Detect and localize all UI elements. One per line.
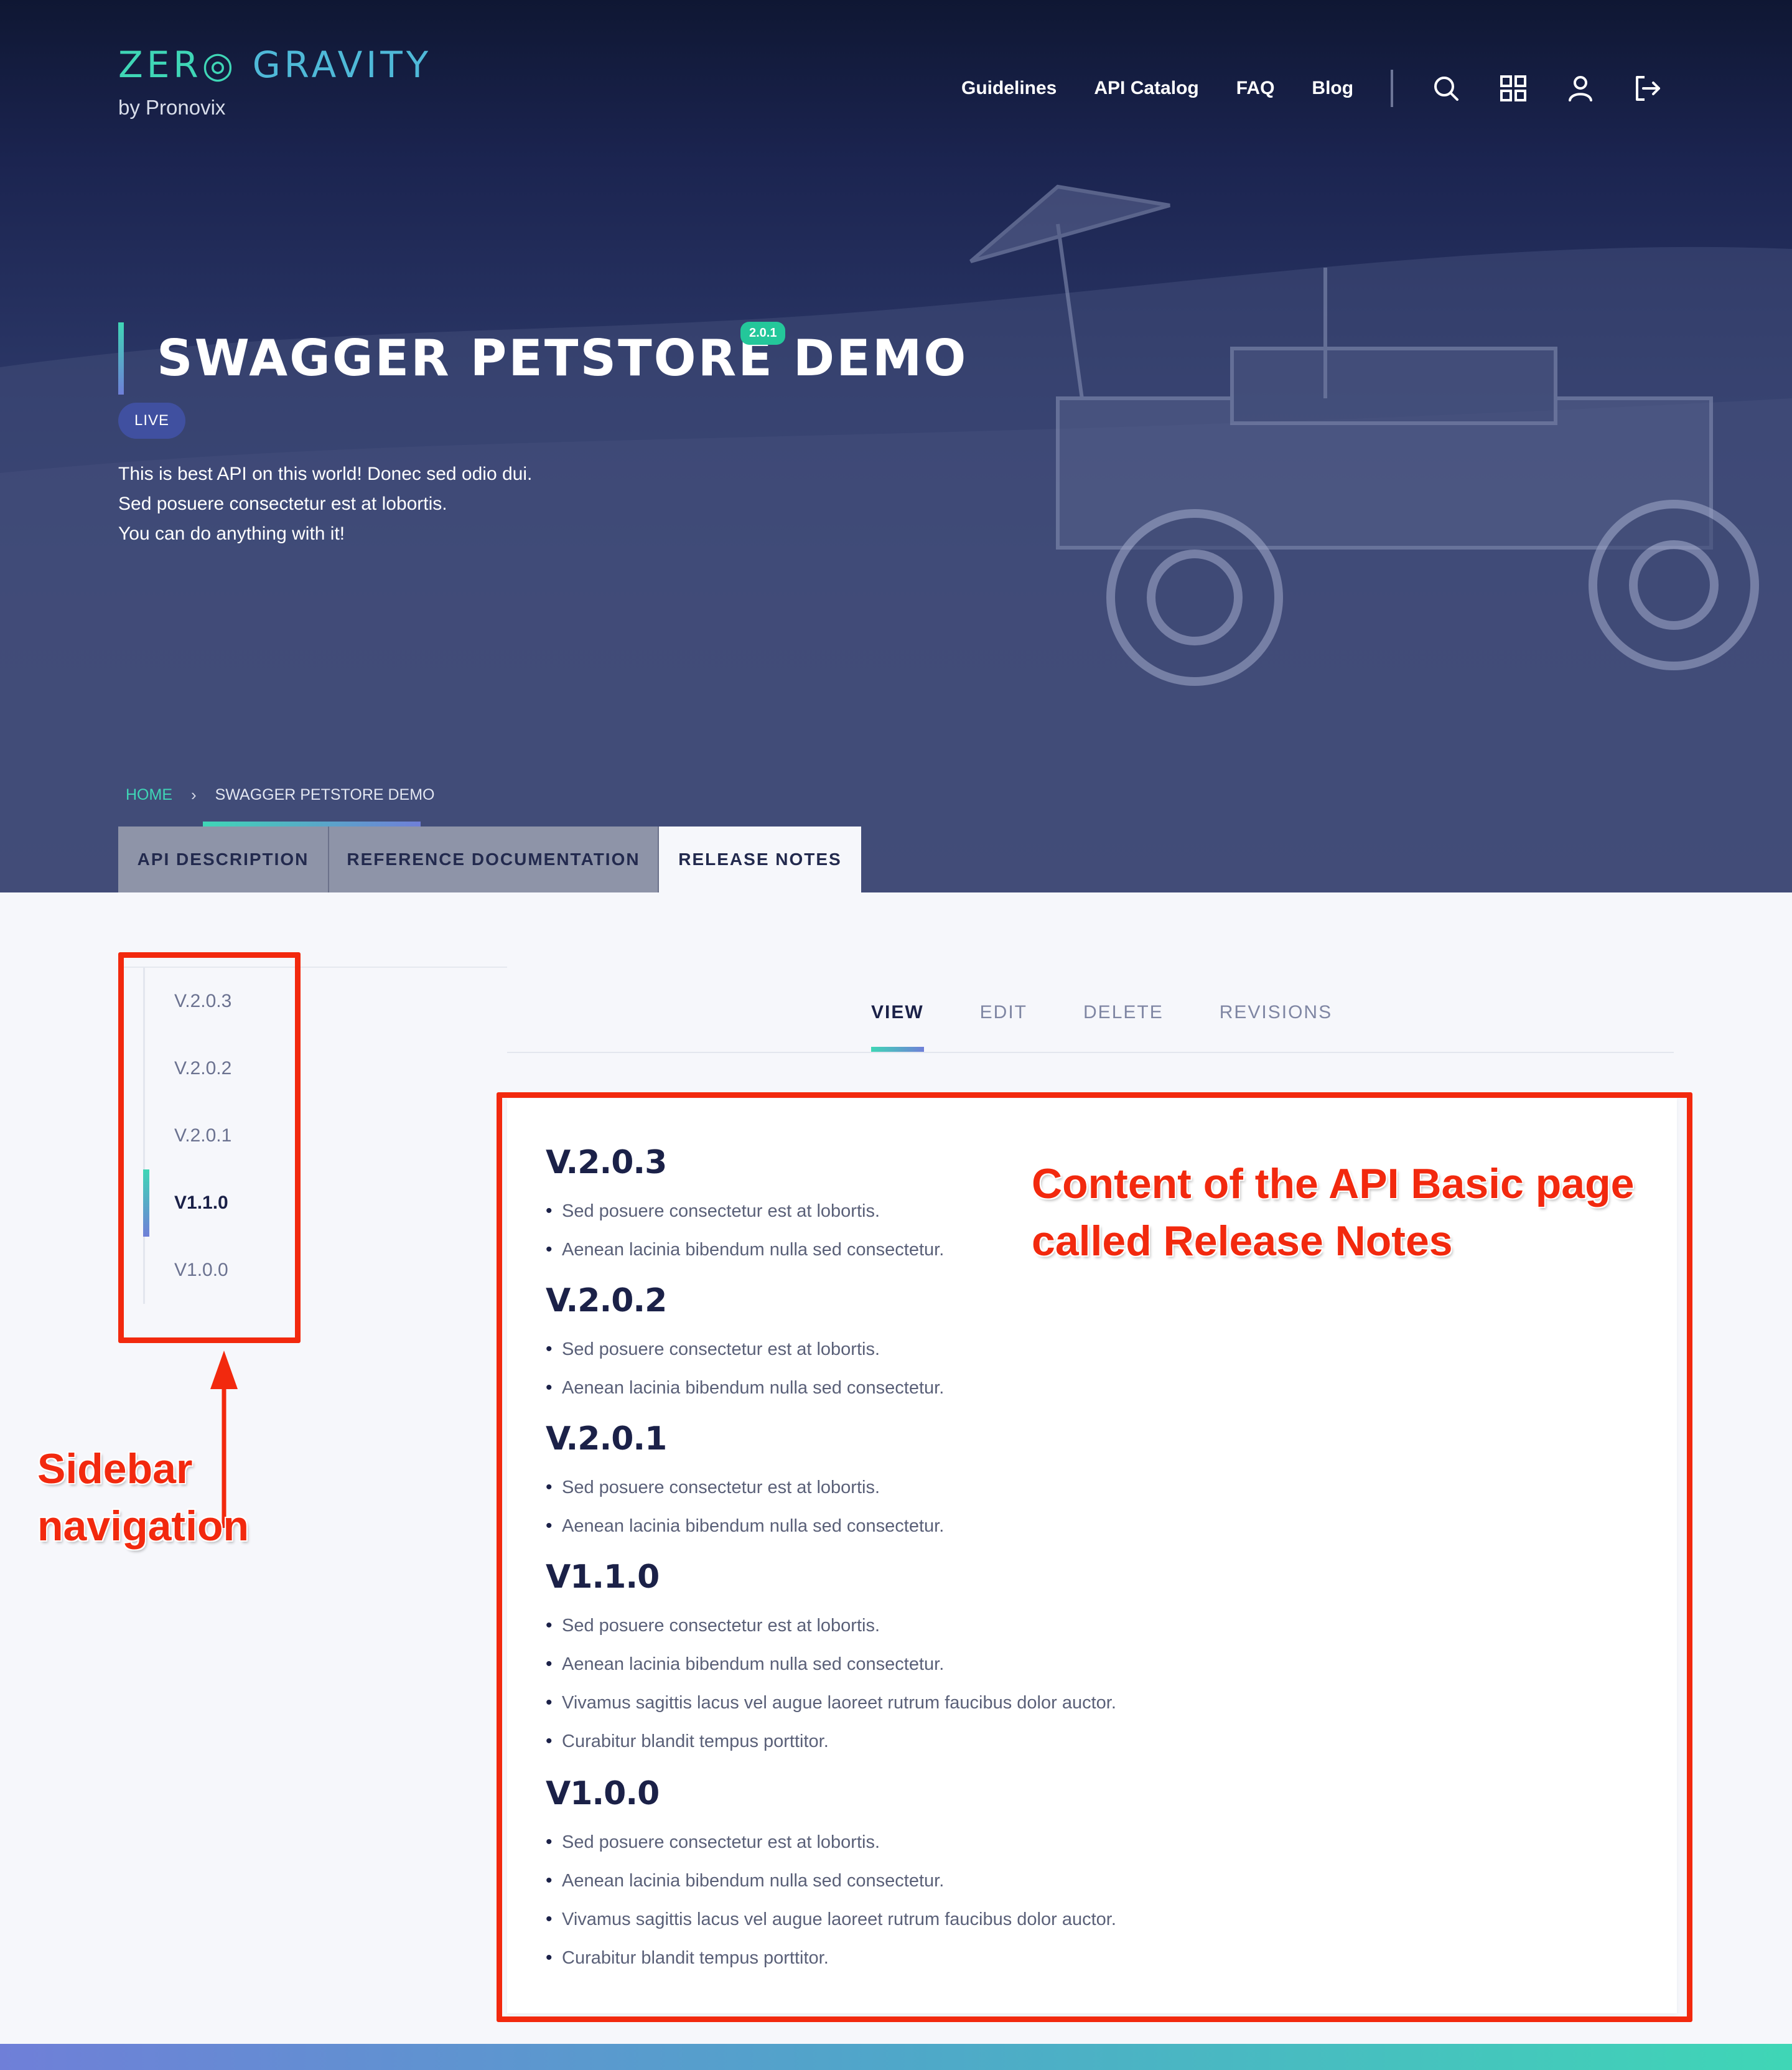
brand[interactable]: ZER◎ GRAVITY by Pronovix xyxy=(118,44,432,119)
tab-view[interactable]: VIEW xyxy=(871,1002,924,1052)
content-tabs-divider xyxy=(507,1052,1674,1053)
top-navigation: Guidelines API Catalog FAQ Blog xyxy=(961,70,1663,107)
breadcrumb: HOME › SWAGGER PETSTORE DEMO xyxy=(126,785,435,805)
moon-rover-background xyxy=(0,184,1792,892)
version-badge: 2.0.1 xyxy=(740,322,786,345)
logo-word-zero: ZER◎ xyxy=(118,44,238,86)
nav-blog[interactable]: Blog xyxy=(1312,78,1353,99)
sidebar-annotation-box xyxy=(118,952,301,1343)
sidebar-annotation-line: Sidebar xyxy=(37,1445,193,1492)
description-line: Sed posuere consectetur est at lobortis. xyxy=(118,494,447,514)
search-icon[interactable] xyxy=(1430,73,1462,104)
hero-banner: ZER◎ GRAVITY by Pronovix Guidelines API … xyxy=(0,0,1792,892)
title-accent-bar xyxy=(118,322,124,395)
user-icon[interactable] xyxy=(1565,73,1596,104)
api-description: This is best API on this world! Donec se… xyxy=(118,459,532,549)
brand-logo: ZER◎ GRAVITY xyxy=(118,44,432,86)
content-annotation-label: Content of the API Basic page called Rel… xyxy=(1032,1155,1634,1270)
description-line: This is best API on this world! Donec se… xyxy=(118,464,533,484)
nav-divider xyxy=(1391,70,1394,107)
tab-edit[interactable]: EDIT xyxy=(980,1002,1027,1052)
tab-api-description[interactable]: API DESCRIPTION xyxy=(118,827,329,892)
tab-reference-documentation[interactable]: REFERENCE DOCUMENTATION xyxy=(329,827,659,892)
nav-faq[interactable]: FAQ xyxy=(1236,78,1275,99)
brand-subtitle: by Pronovix xyxy=(118,96,226,119)
tab-hover-accent xyxy=(203,822,421,827)
grid-icon[interactable] xyxy=(1498,73,1529,104)
status-badge: LIVE xyxy=(118,403,186,439)
content-annotation-line: Content of the API Basic page xyxy=(1032,1160,1635,1207)
tab-release-notes[interactable]: RELEASE NOTES xyxy=(659,827,861,892)
sidebar-annotation-label: Sidebar navigation xyxy=(37,1440,249,1555)
footer-gradient-bar xyxy=(0,2044,1792,2070)
tab-delete[interactable]: DELETE xyxy=(1083,1002,1164,1052)
content-tabs: VIEW EDIT DELETE REVISIONS xyxy=(871,1002,1388,1052)
api-title: SWAGGER PETSTORE DEMO xyxy=(157,329,968,387)
logout-icon[interactable] xyxy=(1632,73,1663,104)
nav-guidelines[interactable]: Guidelines xyxy=(961,78,1057,99)
breadcrumb-home[interactable]: HOME xyxy=(126,786,172,804)
breadcrumb-current: SWAGGER PETSTORE DEMO xyxy=(215,786,435,803)
chevron-right-icon: › xyxy=(191,785,197,804)
nav-api-catalog[interactable]: API Catalog xyxy=(1094,78,1198,99)
sidebar-annotation-line: navigation xyxy=(37,1502,250,1550)
description-line: You can do anything with it! xyxy=(118,523,345,544)
api-title-block: SWAGGER PETSTORE DEMO xyxy=(118,322,968,395)
logo-word-gravity: GRAVITY xyxy=(252,44,432,86)
tab-revisions[interactable]: REVISIONS xyxy=(1220,1002,1332,1052)
content-annotation-line: called Release Notes xyxy=(1032,1217,1453,1265)
page-tabs: API DESCRIPTION REFERENCE DOCUMENTATION … xyxy=(118,822,861,892)
